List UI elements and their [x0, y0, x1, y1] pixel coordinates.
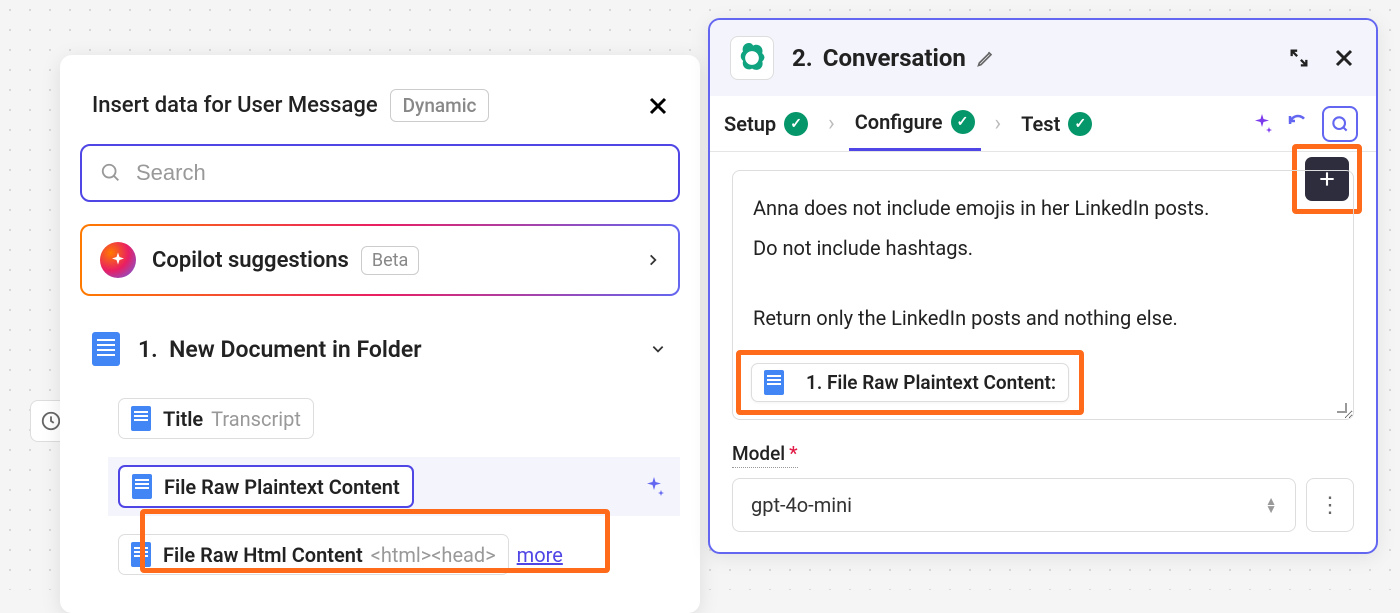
- document-icon: [92, 332, 120, 366]
- tab-configure[interactable]: Configure ✓: [849, 96, 981, 151]
- conversation-step-panel: 2. Conversation Setup ✓ › Configure ✓ › …: [708, 18, 1378, 554]
- insert-title-text: Insert data for User Message: [92, 93, 378, 118]
- model-options-button[interactable]: ⋮: [1306, 478, 1354, 532]
- inspect-button[interactable]: [1322, 106, 1358, 142]
- document-icon: [764, 370, 784, 395]
- document-icon: [131, 406, 151, 431]
- select-caret-icon: ▲▼: [1265, 497, 1277, 514]
- close-panel-button[interactable]: [1332, 46, 1356, 70]
- doc-field-label: File Raw Html Content: [163, 543, 363, 567]
- doc-field-raw-plaintext[interactable]: File Raw Plaintext Content: [108, 457, 680, 516]
- tab-test[interactable]: Test ✓: [1015, 98, 1098, 150]
- step-tabs: Setup ✓ › Configure ✓ › Test ✓: [710, 96, 1376, 152]
- tab-label: Setup: [724, 112, 776, 136]
- document-icon: [131, 542, 151, 567]
- search-icon: [100, 162, 122, 184]
- openai-app-icon: [730, 36, 774, 80]
- edit-title-button[interactable]: [976, 48, 996, 68]
- prompt-line: Do not include hashtags.: [753, 229, 1333, 267]
- insert-title-row: Insert data for User Message Dynamic: [92, 89, 489, 122]
- tab-setup[interactable]: Setup ✓: [718, 98, 814, 150]
- beta-badge: Beta: [361, 246, 419, 275]
- search-box[interactable]: [80, 144, 680, 202]
- sparkle-icon[interactable]: [638, 471, 670, 503]
- step-header: 2. Conversation: [710, 20, 1376, 96]
- copilot-icon: [100, 242, 136, 278]
- copilot-suggestions-row[interactable]: Copilot suggestions Beta: [80, 224, 680, 296]
- ai-sparkle-button[interactable]: [1250, 112, 1274, 136]
- doc-field-value: <html><head>: [371, 543, 496, 567]
- model-section: Model* gpt-4o-mini ▲▼ ⋮: [732, 420, 1354, 532]
- inserted-field-pill[interactable]: 1. File Raw Plaintext Content:: [751, 363, 1069, 402]
- configure-content: Anna does not include emojis in her Link…: [710, 152, 1376, 552]
- insert-data-panel: Insert data for User Message Dynamic Cop…: [60, 55, 700, 613]
- model-select[interactable]: gpt-4o-mini ▲▼: [732, 478, 1296, 532]
- required-asterisk: *: [789, 442, 797, 465]
- doc-field-value: Transcript: [211, 407, 301, 431]
- dynamic-badge[interactable]: Dynamic: [390, 89, 490, 122]
- doc-field-title[interactable]: Title Transcript: [108, 390, 680, 447]
- document-source-title: 1. New Document in Folder: [138, 336, 422, 363]
- close-icon: [1332, 46, 1356, 70]
- doc-field-label: File Raw Plaintext Content: [164, 475, 400, 499]
- expand-button[interactable]: [1288, 47, 1310, 69]
- document-source-header[interactable]: 1. New Document in Folder: [80, 322, 680, 376]
- chevron-down-icon: [648, 342, 668, 356]
- prompt-line: Anna does not include emojis in her Link…: [753, 189, 1333, 227]
- expand-icon: [1288, 47, 1310, 69]
- pill-label: 1. File Raw Plaintext Content:: [806, 371, 1056, 394]
- tab-label: Test: [1021, 112, 1060, 136]
- clock-icon: [40, 410, 62, 432]
- close-icon: [646, 94, 670, 118]
- prompt-line: Return only the LinkedIn posts and nothi…: [753, 299, 1333, 337]
- check-icon: ✓: [951, 110, 975, 134]
- close-button[interactable]: [636, 94, 680, 118]
- insert-header: Insert data for User Message Dynamic: [80, 89, 680, 122]
- copilot-label: Copilot suggestions: [152, 248, 349, 273]
- step-number: 2.: [792, 44, 813, 72]
- model-value: gpt-4o-mini: [751, 493, 852, 517]
- chevron-right-icon: ›: [981, 111, 1016, 136]
- document-items-list: Title Transcript File Raw Plaintext Cont…: [80, 390, 680, 583]
- model-label: Model*: [732, 442, 798, 468]
- check-icon: ✓: [1068, 112, 1092, 136]
- resize-handle[interactable]: [1335, 401, 1349, 415]
- refresh-button[interactable]: [1286, 112, 1310, 136]
- more-link[interactable]: more: [517, 543, 563, 567]
- tutorial-highlight: 1. File Raw Plaintext Content:: [736, 350, 1084, 415]
- step-title: Conversation: [823, 44, 966, 72]
- tab-label: Configure: [855, 110, 943, 134]
- check-icon: ✓: [784, 112, 808, 136]
- search-input[interactable]: [136, 160, 660, 186]
- chevron-right-icon: [646, 249, 660, 271]
- document-icon: [132, 474, 152, 499]
- doc-field-raw-html[interactable]: File Raw Html Content <html><head> more: [108, 526, 680, 583]
- doc-field-label: Title: [163, 407, 203, 431]
- chevron-right-icon: ›: [814, 111, 849, 136]
